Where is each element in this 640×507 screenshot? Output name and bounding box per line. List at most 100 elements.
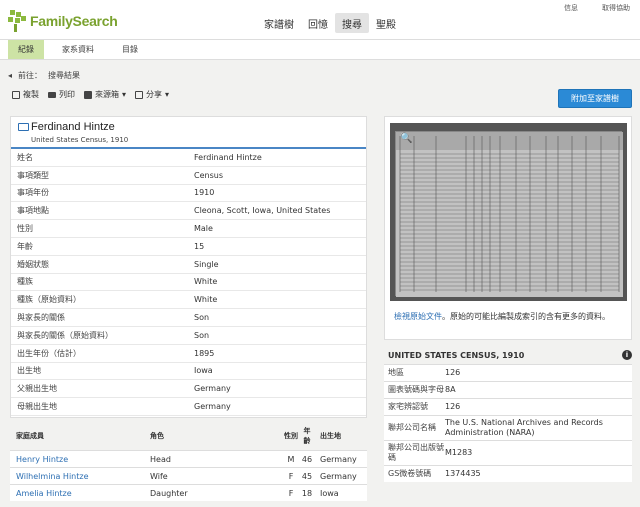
share-label: 分享 bbox=[146, 90, 163, 99]
record-field-row: 父親出生地 Germany bbox=[11, 380, 366, 399]
field-value: Cleona, Scott, Iowa, United States bbox=[194, 206, 331, 216]
familysearch-logo[interactable]: FamilySearch bbox=[8, 10, 118, 32]
zoom-icon[interactable]: 🔍 bbox=[400, 133, 412, 144]
member-birthplace: Germany bbox=[320, 471, 357, 481]
record-field-row: 種族（原始資料） White bbox=[11, 291, 366, 310]
sub-bar: 紀錄 家系資料 目錄 bbox=[0, 40, 640, 60]
utility-links: 信息 取得協助 bbox=[564, 3, 630, 13]
source-field-row: 聯邦公司名稱 The U.S. National Archives and Rec… bbox=[384, 415, 632, 440]
tab-records[interactable]: 紀錄 bbox=[8, 40, 44, 59]
field-label: 種族 bbox=[17, 277, 33, 287]
source-field-value: The U.S. National Archives and Records A… bbox=[445, 418, 603, 437]
member-role: Daughter bbox=[150, 488, 188, 498]
member-gender: F bbox=[288, 488, 294, 498]
view-original-link[interactable]: 檢視原始文件 bbox=[394, 312, 442, 321]
person-card-icon bbox=[18, 123, 29, 131]
col-gender: 性別 bbox=[284, 432, 298, 440]
help-link[interactable]: 取得協助 bbox=[602, 3, 630, 13]
toolbar: 複製 列印 來源箱 ▾ 分享 ▾ bbox=[12, 89, 169, 100]
field-value: Single bbox=[194, 259, 219, 269]
field-label: 與家長的關係 bbox=[17, 313, 65, 323]
print-button[interactable]: 列印 bbox=[48, 89, 75, 100]
top-bar: FamilySearch 信息 取得協助 家譜樹 回憶 搜尋 聖殿 bbox=[0, 0, 640, 40]
record-fields: 姓名 Ferdinand Hintze 事項類型 Census 事項年份 1910 事項地點… bbox=[11, 149, 366, 416]
field-label: 種族（原始資料） bbox=[17, 295, 81, 305]
image-caption: 檢視原始文件。原始的可能比編製成索引的含有更多的資料。 bbox=[394, 311, 626, 322]
record-image[interactable]: 🔍 bbox=[390, 123, 627, 301]
member-role: Head bbox=[150, 454, 171, 464]
messages-link[interactable]: 信息 bbox=[564, 3, 578, 13]
field-label: 婚姻狀態 bbox=[17, 259, 49, 269]
tab-catalog[interactable]: 目錄 bbox=[112, 40, 148, 59]
source-box-button[interactable]: 來源箱 ▾ bbox=[84, 89, 126, 100]
source-box-label: 來源箱 bbox=[95, 90, 119, 99]
record-field-row: 事項地點 Cleona, Scott, Iowa, United States bbox=[11, 202, 366, 221]
field-value: Ferdinand Hintze bbox=[194, 152, 262, 162]
breadcrumb: ◂ 前往： 搜尋結果 bbox=[8, 70, 80, 81]
field-label: 出生年份（估計） bbox=[17, 348, 81, 358]
main-nav: 家譜樹 回憶 搜尋 聖殿 bbox=[257, 13, 403, 33]
record-card: Ferdinand Hintze United States Census, 1… bbox=[10, 116, 367, 418]
member-age: 45 bbox=[301, 471, 313, 481]
field-label: 姓名 bbox=[17, 152, 33, 162]
source-citation: UNITED STATES CENSUS, 1910 i 地區 126 圖表號碼與字… bbox=[384, 346, 632, 482]
image-card: 🔍 檢視原始文件。原始的可能比編製成索引的含有更多的資料。 bbox=[384, 116, 632, 340]
field-value: Census bbox=[194, 170, 223, 180]
attach-to-tree-button[interactable]: 附加至家譜樹 bbox=[558, 89, 632, 108]
field-value: Male bbox=[194, 224, 213, 234]
family-member-link[interactable]: Wilhelmina Hintze bbox=[16, 472, 150, 481]
family-table-header: 家庭成員 角色 性別 年齡 出生地 bbox=[10, 422, 367, 450]
source-title: UNITED STATES CENSUS, 1910 bbox=[388, 350, 525, 360]
tree-logo-icon bbox=[8, 10, 28, 32]
nav-temple[interactable]: 聖殿 bbox=[369, 13, 403, 33]
field-label: 事項年份 bbox=[17, 188, 49, 198]
source-field-value: 126 bbox=[445, 368, 461, 377]
field-value: Son bbox=[194, 313, 210, 323]
copy-button[interactable]: 複製 bbox=[12, 89, 39, 100]
member-gender: M bbox=[287, 454, 295, 464]
source-field-row: 圖表號碼與字母 8A bbox=[384, 381, 632, 398]
source-field-label: 圖表號碼與字母 bbox=[388, 385, 444, 394]
field-value: White bbox=[194, 295, 218, 305]
family-member-link[interactable]: Amelia Hintze bbox=[16, 489, 150, 498]
family-table: 家庭成員 角色 性別 年齡 出生地 Henry Hintze Head M 46 Ger… bbox=[10, 422, 367, 501]
nav-family-tree[interactable]: 家譜樹 bbox=[257, 13, 301, 33]
print-label: 列印 bbox=[59, 90, 75, 99]
record-field-row: 年齡 15 bbox=[11, 238, 366, 256]
nav-search[interactable]: 搜尋 bbox=[335, 13, 369, 33]
member-age: 18 bbox=[301, 488, 313, 498]
record-field-row: 母親出生地 Germany bbox=[11, 398, 366, 416]
member-role: Wife bbox=[150, 471, 168, 481]
record-name: Ferdinand Hintze bbox=[31, 121, 115, 133]
member-age: 46 bbox=[301, 454, 313, 464]
family-rows: Henry Hintze Head M 46 Germany Wilhelmina Hin… bbox=[10, 450, 367, 501]
record-field-row: 事項類型 Census bbox=[11, 167, 366, 185]
col-role: 角色 bbox=[150, 432, 164, 440]
record-header: Ferdinand Hintze United States Census, 1… bbox=[11, 117, 366, 149]
nav-memories[interactable]: 回憶 bbox=[301, 13, 335, 33]
record-field-row: 出生年份（估計） 1895 bbox=[11, 345, 366, 363]
field-value: Son bbox=[194, 330, 210, 340]
search-results-link[interactable]: 搜尋結果 bbox=[48, 70, 80, 81]
col-birthplace: 出生地 bbox=[320, 432, 341, 440]
sub-nav: 紀錄 家系資料 目錄 bbox=[8, 40, 156, 59]
caption-text: 。原始的可能比編製成索引的含有更多的資料。 bbox=[442, 312, 610, 321]
source-field-row: 地區 126 bbox=[384, 364, 632, 381]
member-gender: F bbox=[288, 471, 294, 481]
share-icon bbox=[135, 90, 144, 99]
source-field-row: 家宅辨認號 126 bbox=[384, 398, 632, 415]
field-value: 15 bbox=[194, 241, 205, 251]
field-label: 年齡 bbox=[17, 241, 33, 251]
col-member: 家庭成員 bbox=[16, 432, 44, 440]
caret-down-icon: ▾ bbox=[165, 90, 170, 99]
share-button[interactable]: 分享 ▾ bbox=[135, 89, 169, 100]
source-field-row: 聯邦公司出版號碼 M1283 bbox=[384, 440, 632, 465]
record-field-row: 性別 Male bbox=[11, 220, 366, 238]
info-icon[interactable]: i bbox=[622, 350, 632, 360]
film-number-link[interactable]: 1374435 bbox=[445, 469, 632, 479]
family-member-link[interactable]: Henry Hintze bbox=[16, 455, 150, 464]
member-birthplace: Iowa bbox=[320, 488, 339, 498]
tab-genealogies[interactable]: 家系資料 bbox=[52, 40, 104, 59]
field-value: Germany bbox=[194, 402, 231, 412]
source-field-value: 126 bbox=[445, 402, 461, 411]
